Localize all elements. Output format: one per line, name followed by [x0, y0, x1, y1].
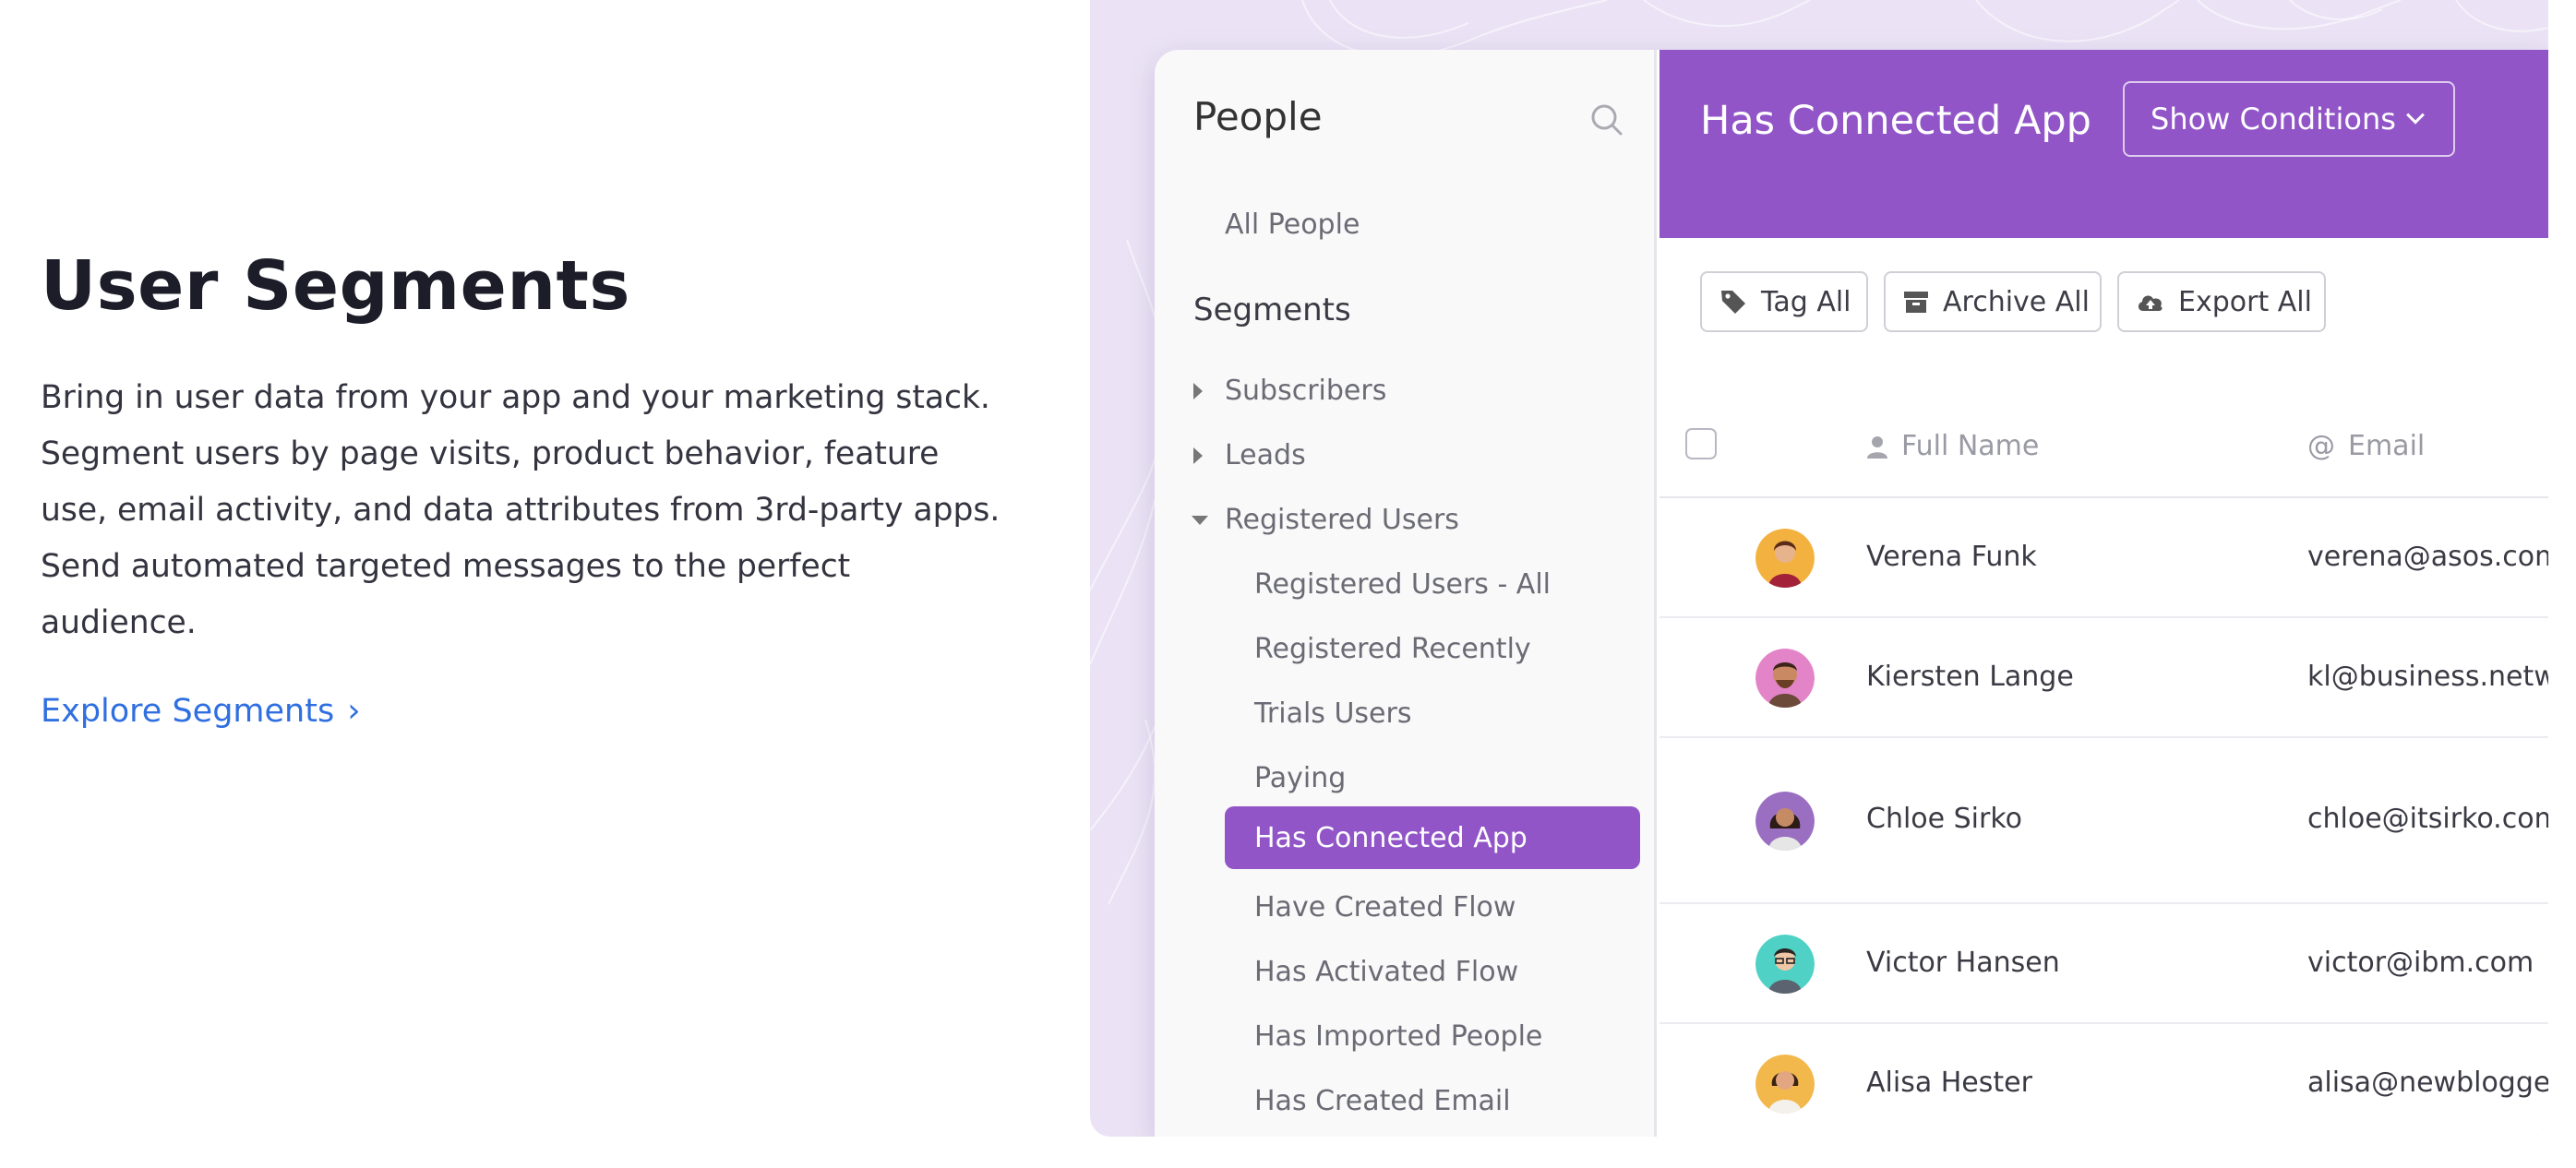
feature-copy: User Segments Bring in user data from yo… [41, 246, 1000, 730]
column-label: Full Name [1901, 430, 2040, 462]
segment-header: Has Connected App Show Conditions [1659, 50, 2548, 238]
description-line: Bring in user data from your app and you… [41, 379, 990, 417]
description-line: Send automated targeted messages to the … [41, 548, 851, 586]
archive-all-button[interactable]: Archive All [1884, 271, 2102, 332]
section-description: Bring in user data from your app and you… [41, 370, 1000, 651]
sidebar-item-paying[interactable]: Paying [1254, 762, 1346, 794]
avatar [1755, 935, 1815, 994]
tag-all-button[interactable]: Tag All [1700, 271, 1868, 332]
table-row[interactable]: Victor Hansen victor@ibm.com [1659, 904, 2548, 1024]
people-sidebar: People All People Segments Subscribers L… [1155, 50, 1657, 1137]
table-row[interactable]: Chloe Sirko chloe@itsirko.com [1659, 738, 2548, 904]
avatar [1755, 1055, 1815, 1114]
sidebar-item-registered-users[interactable]: Registered Users [1225, 504, 1459, 536]
person-email: verena@asos.com [2307, 541, 2548, 573]
sidebar-item-have-created-flow[interactable]: Have Created Flow [1254, 891, 1516, 924]
search-icon[interactable] [1588, 101, 1625, 138]
person-email: alisa@newblogger.c [2307, 1067, 2548, 1099]
person-name: Alisa Hester [1866, 1067, 2032, 1099]
sidebar-item-subscribers[interactable]: Subscribers [1225, 375, 1386, 407]
section-title: User Segments [41, 246, 630, 326]
chevron-down-icon [2405, 105, 2425, 125]
table-row[interactable]: Alisa Hester alisa@newblogger.c [1659, 1024, 2548, 1137]
archive-icon [1904, 292, 1928, 313]
person-name: Chloe Sirko [1866, 803, 2023, 835]
person-name: Victor Hansen [1866, 947, 2060, 979]
sidebar-item-trials-users[interactable]: Trials Users [1254, 697, 1411, 730]
person-name: Verena Funk [1866, 541, 2037, 573]
sidebar-item-has-connected-app[interactable]: Has Connected App [1225, 806, 1640, 869]
description-line: use, email activity, and data attributes… [41, 492, 1000, 530]
sidebar-item-registered-recently[interactable]: Registered Recently [1254, 633, 1531, 665]
tag-icon [1721, 291, 1745, 314]
column-label: Email [2348, 430, 2426, 462]
show-conditions-label: Show Conditions [2151, 101, 2396, 137]
column-header-email[interactable]: @ Email [2307, 430, 2425, 462]
archive-all-label: Archive All [1943, 285, 2090, 318]
sidebar-title: People [1193, 94, 1323, 139]
sidebar-item-has-activated-flow[interactable]: Has Activated Flow [1254, 956, 1518, 988]
person-email: victor@ibm.com [2307, 947, 2534, 979]
chevron-right-icon: › [347, 692, 361, 731]
table-row[interactable]: Verena Funk verena@asos.com [1659, 498, 2548, 618]
sidebar-item-leads[interactable]: Leads [1225, 439, 1306, 471]
sidebar-item-registered-all[interactable]: Registered Users - All [1254, 568, 1551, 601]
app-window: People All People Segments Subscribers L… [1155, 50, 2548, 1137]
caret-right-icon[interactable] [1193, 383, 1203, 399]
product-screenshot-panel: People All People Segments Subscribers L… [1090, 0, 2548, 1137]
sidebar-item-has-imported-people[interactable]: Has Imported People [1254, 1020, 1542, 1053]
explore-segments-label: Explore Segments [41, 692, 335, 730]
segments-heading: Segments [1193, 292, 1351, 328]
person-name: Kiersten Lange [1866, 661, 2074, 693]
export-all-button[interactable]: Export All [2117, 271, 2326, 332]
person-email: kl@business.netwo [2307, 661, 2548, 693]
export-all-label: Export All [2178, 285, 2312, 318]
explore-segments-link[interactable]: Explore Segments › [41, 692, 361, 730]
person-icon [1867, 435, 1887, 459]
select-all-checkbox[interactable] [1685, 428, 1717, 459]
show-conditions-button[interactable]: Show Conditions [2123, 81, 2455, 157]
table-header: Full Name @ Email [1659, 410, 2548, 498]
sidebar-item-label: Has Connected App [1254, 822, 1528, 854]
segment-title: Has Connected App [1700, 98, 2091, 144]
sidebar-item-has-created-email[interactable]: Has Created Email [1254, 1085, 1511, 1117]
avatar [1755, 529, 1815, 588]
description-line: audience. [41, 604, 197, 642]
avatar [1755, 792, 1815, 851]
at-icon: @ [2307, 430, 2335, 462]
tag-all-label: Tag All [1761, 285, 1851, 318]
avatar [1755, 649, 1815, 708]
column-header-full-name[interactable]: Full Name [1866, 430, 2039, 462]
table-row[interactable]: Kiersten Lange kl@business.netwo [1659, 618, 2548, 738]
description-line: Segment users by page visits, product be… [41, 435, 940, 473]
caret-down-icon[interactable] [1192, 516, 1208, 525]
sidebar-item-all-people[interactable]: All People [1225, 209, 1360, 241]
person-email: chloe@itsirko.com [2307, 803, 2548, 835]
caret-right-icon[interactable] [1193, 447, 1203, 464]
cloud-upload-icon [2138, 295, 2163, 311]
